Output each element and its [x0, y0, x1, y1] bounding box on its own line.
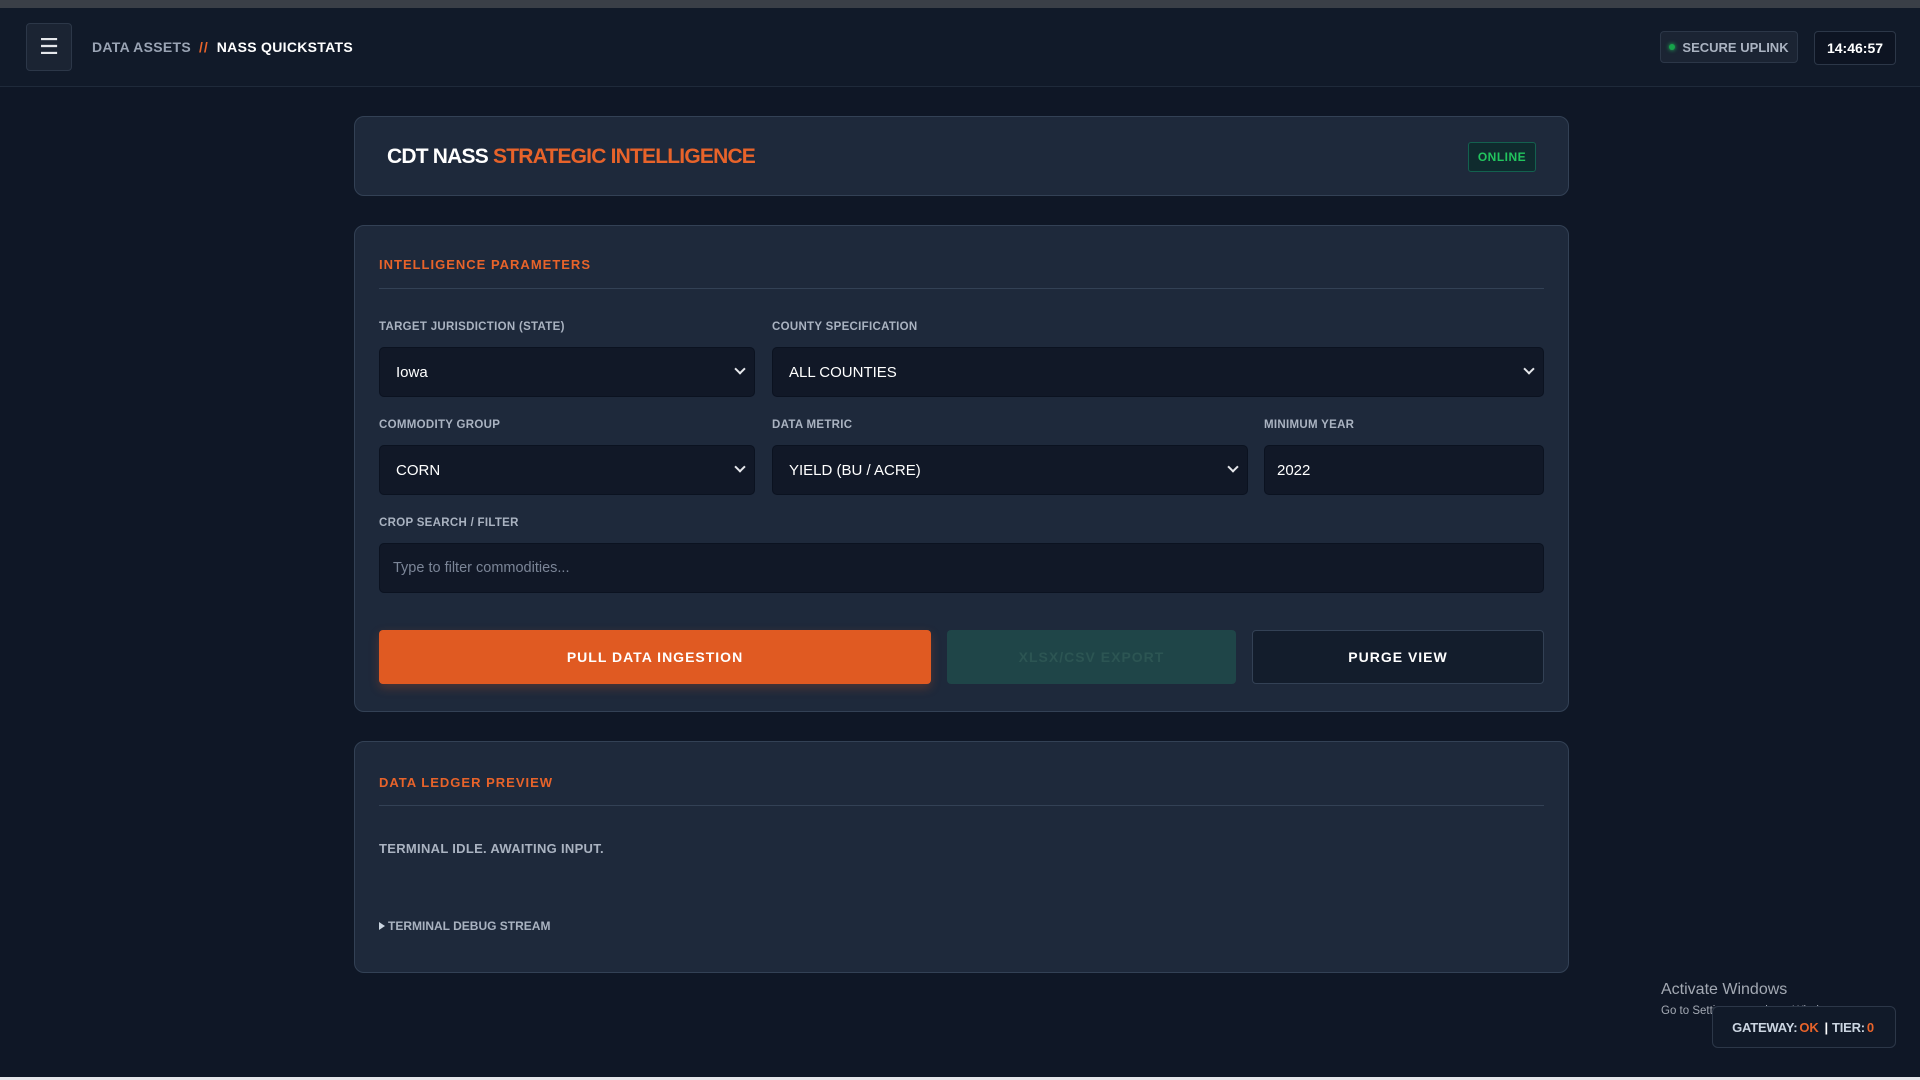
pull-data-button[interactable]: PULL DATA INGESTION — [379, 630, 931, 684]
hero-card: CDT NASS STRATEGIC INTELLIGENCE ONLINE — [354, 116, 1569, 196]
county-select[interactable]: ALL COUNTIES — [772, 347, 1544, 397]
metric-label: DATA METRIC — [772, 419, 853, 431]
year-value: 2022 — [1277, 461, 1311, 479]
watermark-title: Activate Windows — [1661, 981, 1788, 998]
breadcrumb-data-assets[interactable]: DATA ASSETS — [92, 39, 191, 55]
debug-stream-toggle[interactable]: TERMINAL DEBUG STREAM — [379, 919, 550, 933]
metric-select[interactable]: YIELD (BU / ACRE) — [772, 445, 1248, 495]
divider — [379, 805, 1544, 806]
status-dot-icon — [1669, 44, 1676, 50]
state-label: TARGET JURISDICTION (STATE) — [379, 321, 565, 333]
gateway-label: GATEWAY: — [1732, 1019, 1798, 1035]
hamburger-icon: ☰ — [39, 34, 59, 59]
commodity-value: CORN — [396, 461, 441, 479]
triangle-right-icon — [379, 922, 385, 930]
tier-label: TIER: — [1831, 1019, 1865, 1035]
breadcrumb: DATA ASSETS // NASS QUICKSTATS — [92, 39, 353, 55]
chevron-down-icon — [1227, 461, 1239, 473]
breadcrumb-current: NASS QUICKSTATS — [216, 39, 353, 55]
title-accent: STRATEGIC INTELLIGENCE — [493, 145, 756, 168]
terminal-status: TERMINAL IDLE. AWAITING INPUT. — [379, 841, 604, 856]
commodity-label: COMMODITY GROUP — [379, 419, 501, 431]
tier-value: 0 — [1866, 1019, 1874, 1035]
debug-label: TERMINAL DEBUG STREAM — [388, 919, 551, 933]
metric-value: YIELD (BU / ACRE) — [789, 461, 921, 479]
year-label: MINIMUM YEAR — [1264, 419, 1355, 431]
commodity-select[interactable]: CORN — [379, 445, 755, 495]
search-label: CROP SEARCH / FILTER — [379, 517, 519, 529]
secure-uplink-status: SECURE UPLINK — [1660, 31, 1798, 63]
chevron-down-icon — [734, 363, 746, 375]
clock: 14:46:57 — [1814, 31, 1896, 65]
intelligence-parameters-panel: INTELLIGENCE PARAMETERS TARGET JURISDICT… — [354, 225, 1569, 712]
menu-button[interactable]: ☰ — [26, 23, 72, 71]
uplink-label: SECURE UPLINK — [1682, 39, 1789, 55]
state-value: Iowa — [396, 363, 428, 381]
state-select[interactable]: Iowa — [379, 347, 755, 397]
chevron-down-icon — [734, 461, 746, 473]
divider — [379, 288, 1544, 289]
section-title: DATA LEDGER PREVIEW — [379, 775, 554, 790]
gateway-value: OK — [1799, 1019, 1819, 1035]
export-button[interactable]: XLSX/CSV EXPORT — [947, 630, 1236, 684]
status-badge: ONLINE — [1468, 142, 1536, 172]
commodity-search-input[interactable]: Type to filter commodities... — [379, 543, 1544, 593]
purge-view-button[interactable]: PURGE VIEW — [1252, 630, 1544, 684]
year-input[interactable]: 2022 — [1264, 445, 1544, 495]
county-label: COUNTY SPECIFICATION — [772, 321, 918, 333]
page-title: CDT NASS STRATEGIC INTELLIGENCE — [387, 145, 756, 169]
gateway-status: GATEWAY: OK | TIER: 0 — [1712, 1006, 1896, 1048]
title-primary: CDT NASS — [387, 145, 489, 168]
breadcrumb-separator: // — [198, 39, 209, 55]
search-placeholder: Type to filter commodities... — [393, 560, 570, 576]
county-value: ALL COUNTIES — [789, 363, 897, 381]
top-bar: ☰ DATA ASSETS // NASS QUICKSTATS SECURE … — [0, 8, 1920, 87]
status-separator: | — [1824, 1019, 1829, 1035]
section-title: INTELLIGENCE PARAMETERS — [379, 257, 591, 272]
chevron-down-icon — [1523, 363, 1535, 375]
window-top-strip — [0, 0, 1920, 8]
data-ledger-panel: DATA LEDGER PREVIEW TERMINAL IDLE. AWAIT… — [354, 741, 1569, 973]
